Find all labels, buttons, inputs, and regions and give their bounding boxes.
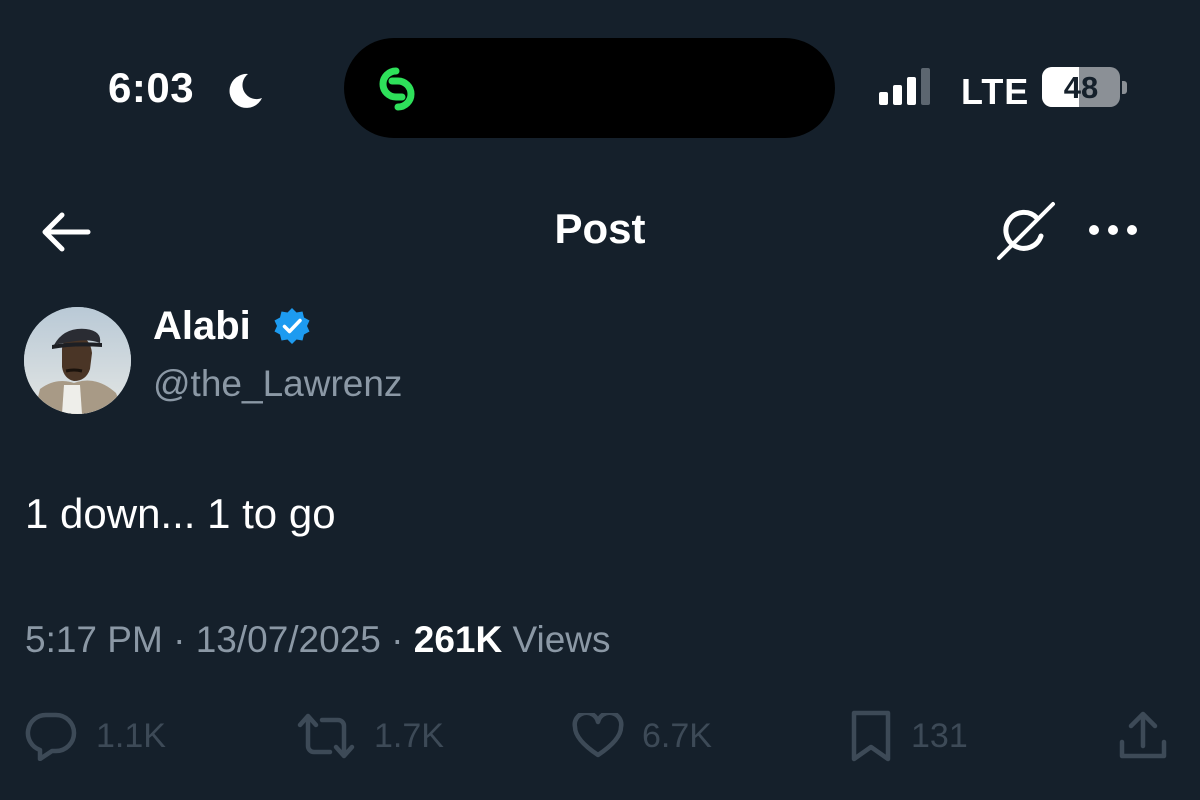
bookmark-count: 131	[911, 716, 968, 755]
reply-button[interactable]: 1.1K	[24, 706, 166, 766]
battery-icon: 48	[1042, 67, 1120, 107]
meta-separator: ·	[173, 619, 186, 660]
reply-count: 1.1K	[96, 716, 166, 755]
post-text: 1 down... 1 to go	[25, 490, 336, 537]
network-type: LTE	[961, 71, 1030, 112]
repost-count: 1.7K	[374, 716, 444, 755]
link-icon	[366, 63, 428, 120]
avatar[interactable]	[24, 307, 131, 414]
more-button[interactable]	[1086, 215, 1142, 245]
like-button[interactable]: 6.7K	[572, 706, 712, 766]
more-horizontal-icon	[1089, 225, 1137, 235]
grok-icon	[997, 202, 1055, 260]
share-button[interactable]	[1118, 706, 1168, 766]
dynamic-island[interactable]	[344, 38, 835, 138]
heart-icon	[572, 713, 624, 758]
post-date: 13/07/2025	[195, 619, 381, 660]
post-meta: 5:17 PM · 13/07/2025 · 261K Views	[25, 619, 611, 661]
author-handle[interactable]: @the_Lawrenz	[153, 363, 402, 405]
status-time: 6:03	[108, 64, 195, 111]
verified-badge-icon	[272, 306, 312, 351]
reply-icon	[25, 712, 77, 761]
meta-separator: ·	[391, 619, 404, 660]
bookmark-icon	[851, 710, 891, 762]
post-time: 5:17 PM	[25, 619, 163, 660]
bookmark-button[interactable]: 131	[849, 706, 968, 766]
signal-icon	[879, 68, 930, 105]
views-label: Views	[512, 619, 611, 660]
like-count: 6.7K	[642, 716, 712, 755]
views-count[interactable]: 261K	[414, 619, 502, 660]
battery-percent: 48	[1063, 70, 1099, 105]
action-bar: 1.1K 1.7K 6.7K 131	[0, 706, 1200, 766]
moon-icon	[224, 70, 266, 117]
author-name[interactable]: Alabi	[153, 304, 251, 349]
repost-button[interactable]: 1.7K	[296, 706, 444, 766]
grok-button[interactable]	[995, 200, 1059, 262]
repost-icon	[297, 713, 355, 759]
share-icon	[1119, 711, 1167, 759]
